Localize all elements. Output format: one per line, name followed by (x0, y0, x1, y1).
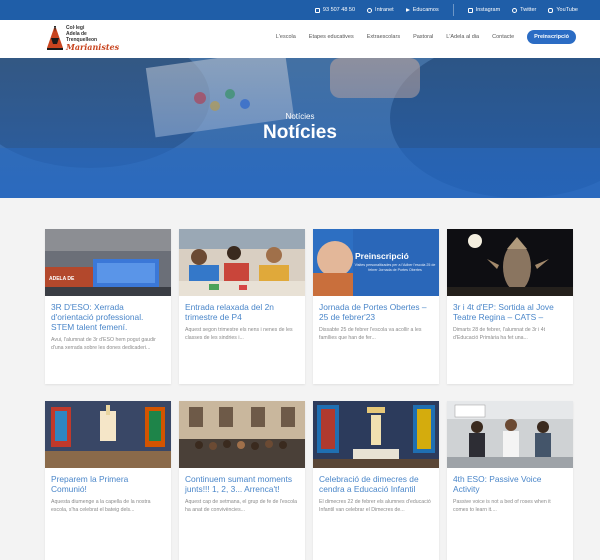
news-card-title[interactable]: 3R D'ESO: Xerrada d'orientació professio… (51, 302, 165, 332)
news-card-image[interactable]: ADELA DE (45, 229, 171, 296)
news-card-image[interactable] (447, 401, 573, 468)
intranet-link[interactable]: Intranet (367, 7, 394, 13)
logo-line-4: Marianistes (66, 42, 120, 52)
preinscripcio-button[interactable]: Preinscripció (527, 30, 576, 44)
twitter-icon (512, 7, 518, 13)
news-card[interactable]: Celebració de dimecres de cendra a Educa… (313, 401, 439, 560)
phone-icon (314, 7, 320, 13)
news-card-title[interactable]: Continuem sumant moments junts!!! 1, 2, … (185, 474, 299, 494)
news-card[interactable]: Preinscripció Visites personalitzades pe… (313, 229, 439, 384)
nav-item-escola[interactable]: L'escola (276, 34, 296, 40)
news-card-image[interactable] (179, 229, 305, 296)
logo-emblem-icon (47, 26, 63, 50)
news-card-title[interactable]: Preparem la Primera Comunió! (51, 474, 165, 494)
school-logo[interactable]: Col·legi Adela de Trenquelleon Marianist… (45, 22, 119, 56)
news-card[interactable]: 3r i 4t d'EP: Sortida al Jove Teatre Reg… (447, 229, 573, 384)
divider (452, 4, 454, 16)
hero-breadcrumb: Notícies (285, 112, 315, 121)
educamos-link[interactable]: Educamos (405, 7, 439, 13)
news-card-image[interactable] (45, 401, 171, 468)
instagram-link[interactable]: Instagram (467, 7, 500, 13)
news-card[interactable]: 4th ESO: Passive Voice Activity Passive … (447, 401, 573, 560)
lock-icon (367, 7, 373, 13)
nav-item-adela-al-dia[interactable]: L'Adela al dia (446, 34, 479, 40)
news-card[interactable]: Entrada relaxada del 2n trimestre de P4 … (179, 229, 305, 384)
news-card-image-caption: Preinscripció (355, 251, 409, 261)
news-card-excerpt: Dissabte 25 de febrer l'escola va acolli… (319, 327, 422, 341)
news-card-excerpt: El dimecres 22 de febrer els alumnes d'e… (319, 499, 431, 513)
news-card-excerpt: Dimarts 28 de febrer, l'alumnat de 3r i … (453, 327, 546, 341)
news-card-excerpt: Aquest segon trimestre els nens i nenes … (185, 327, 293, 341)
instagram-icon (467, 7, 473, 13)
news-card[interactable]: Continuem sumant moments junts!!! 1, 2, … (179, 401, 305, 560)
news-card-image[interactable]: Preinscripció Visites personalitzades pe… (313, 229, 439, 296)
news-card-title[interactable]: Jornada de Portes Obertes – 25 de febrer… (319, 302, 433, 322)
nav-item-pastoral[interactable]: Pastoral (413, 34, 433, 40)
site-header: Col·legi Adela de Trenquelleon Marianist… (0, 20, 600, 58)
nav-item-extraescolars[interactable]: Extraescolars (367, 34, 400, 40)
page-title: Notícies (263, 122, 337, 143)
main-nav: L'escola Etapes educatives Extraescolars… (276, 30, 576, 44)
news-card-excerpt: Avui, l'alumnat de 3r d'ESO hem pogut ga… (51, 337, 156, 351)
news-card-image-caption: ADELA DE (49, 276, 75, 282)
news-card-image[interactable] (179, 401, 305, 468)
news-card-excerpt: Aquesta diumenge a la capella de la nost… (51, 499, 151, 513)
twitter-link[interactable]: Twitter (512, 7, 536, 13)
hero-banner: Notícies Notícies (0, 58, 600, 198)
top-utility-bar: 93 507 48 50 Intranet Educamos Instagram… (0, 0, 600, 20)
news-card-title[interactable]: Entrada relaxada del 2n trimestre de P4 (185, 302, 299, 322)
news-card-title[interactable]: 4th ESO: Passive Voice Activity (453, 474, 567, 494)
news-card-excerpt: Aquest cap de setmana, el grup de fe de … (185, 499, 298, 513)
phone-link[interactable]: 93 507 48 50 (314, 7, 355, 13)
news-card-excerpt: Passive voice is not a bed of roses when… (453, 499, 551, 513)
news-card[interactable]: ADELA DE 3R D'ESO: Xerrada d'orientació … (45, 229, 171, 384)
news-card-image[interactable] (313, 401, 439, 468)
news-card-image-subtext: Visites personalitzades per a l'Adber l'… (354, 263, 436, 272)
news-card-image[interactable] (447, 229, 573, 296)
news-card-title[interactable]: Celebració de dimecres de cendra a Educa… (319, 474, 433, 494)
nav-item-contacte[interactable]: Contacte (492, 34, 514, 40)
arrow-icon (405, 8, 410, 12)
nav-item-etapes[interactable]: Etapes educatives (309, 34, 354, 40)
youtube-link[interactable]: YouTube (548, 7, 578, 13)
news-card-title[interactable]: 3r i 4t d'EP: Sortida al Jove Teatre Reg… (453, 302, 567, 322)
news-card[interactable]: Preparem la Primera Comunió! Aquesta diu… (45, 401, 171, 560)
youtube-icon (548, 7, 554, 13)
